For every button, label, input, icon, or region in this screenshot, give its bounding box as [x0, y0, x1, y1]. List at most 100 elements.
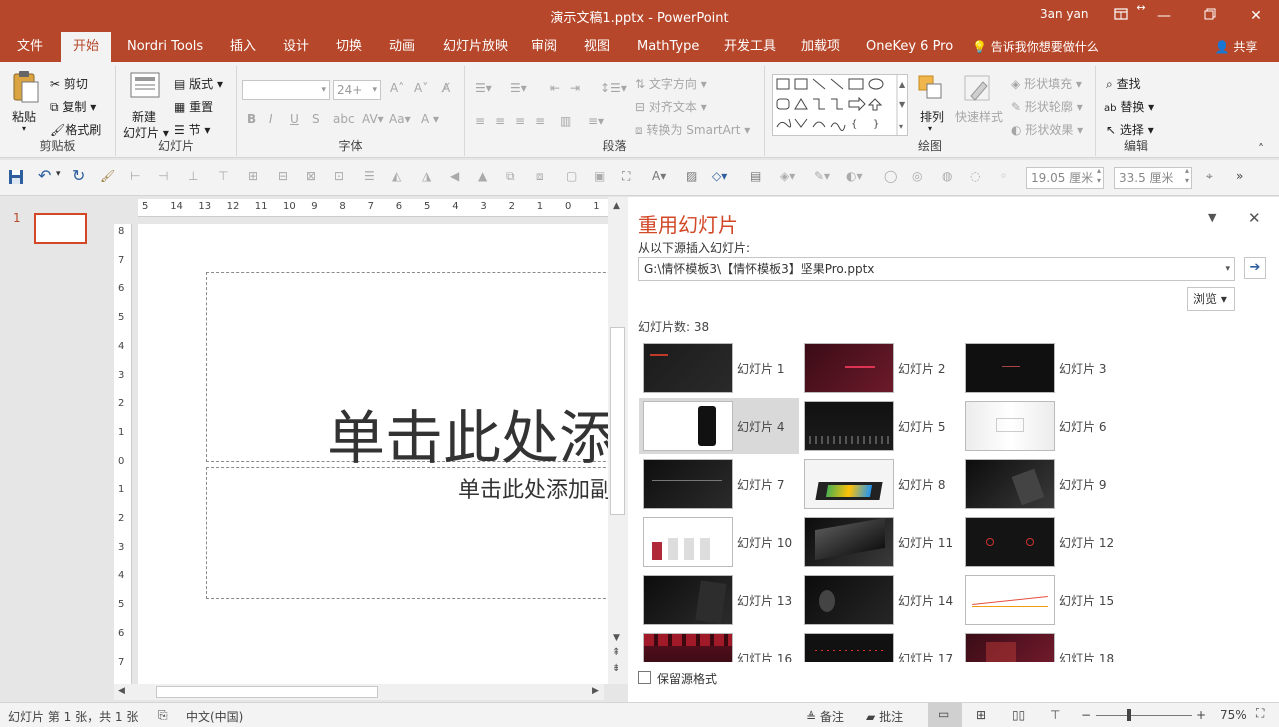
collapse-ribbon-icon[interactable]: ˄ — [1258, 142, 1264, 156]
reuse-slide-item[interactable]: 幻灯片 8 — [800, 456, 960, 512]
shapes-gallery[interactable]: {} ▲ ▼ ▾ — [772, 74, 908, 136]
h-scroll-thumb[interactable] — [156, 686, 378, 698]
zoom-level[interactable]: 75% — [1220, 708, 1247, 722]
group-tool-icon[interactable]: ⧉ — [506, 169, 522, 185]
normal-view-button[interactable]: ▭ — [928, 703, 962, 727]
quick-styles-button[interactable]: 快速样式 — [955, 108, 1003, 125]
reuse-slide-item[interactable]: 幻灯片 17 — [800, 630, 960, 662]
char-spacing-icon[interactable]: AV▾ — [362, 112, 384, 126]
reuse-slide-item[interactable]: 幻灯片 1 — [639, 340, 799, 396]
ungroup-tool-icon[interactable]: ⧈ — [536, 169, 552, 185]
reuse-slide-item[interactable]: 幻灯片 12 — [961, 514, 1121, 570]
reuse-slide-item[interactable]: 幻灯片 16 — [639, 630, 799, 662]
merge-shape-icon-2[interactable]: ◎ — [912, 169, 928, 185]
text-direction-button[interactable]: ⇅ 文字方向 ▾ — [635, 75, 707, 92]
reuse-slide-item[interactable]: 幻灯片 15 — [961, 572, 1121, 628]
align-tool-icon-3[interactable]: ⊥ — [188, 169, 204, 185]
reuse-slide-item[interactable]: 幻灯片 14 — [800, 572, 960, 628]
reuse-slide-item[interactable]: 幻灯片 5 — [800, 398, 960, 454]
shape-tool-icon[interactable]: ▲ — [478, 169, 494, 185]
align-tool-icon-1[interactable]: ⊢ — [130, 169, 146, 185]
font-name-combo[interactable]: ▾ — [242, 80, 330, 100]
minimize-button[interactable]: — — [1141, 0, 1187, 32]
slide-canvas[interactable]: 单击此处添 单击此处添加副 — [138, 224, 608, 684]
format-painter-button[interactable]: 🖌格式刷 — [50, 121, 101, 138]
align-right-icon[interactable]: ≡ — [515, 114, 525, 128]
source-path-input[interactable]: G:\情怀模板3\【情怀模板3】坚果Pro.pptx ▾ — [638, 257, 1235, 281]
undo-icon[interactable]: ↶ — [38, 168, 54, 185]
tab-developer[interactable]: 开发工具 — [712, 32, 788, 62]
layout-button[interactable]: ▤ 版式 ▾ — [174, 75, 223, 92]
comments-button[interactable]: ▰ 批注 — [866, 708, 903, 725]
save-icon[interactable] — [8, 169, 24, 185]
slideshow-icon[interactable]: ⊤ — [1050, 708, 1060, 722]
line-spacing-icon[interactable]: ↕☰▾ — [600, 81, 627, 95]
align-tool-icon-4[interactable]: ⊤ — [218, 169, 234, 185]
align-tool-icon-5[interactable]: ⊞ — [248, 169, 264, 185]
arrange-dropdown-icon[interactable]: ▾ — [928, 124, 932, 133]
tell-me-box[interactable]: 💡 告诉我你想要做什么 — [972, 32, 1099, 62]
outline-tool-icon[interactable]: ✎▾ — [814, 169, 830, 185]
scroll-thumb[interactable] — [610, 327, 625, 515]
change-case-icon[interactable]: Aa▾ — [389, 112, 411, 126]
align-tool-icon-6[interactable]: ⊟ — [278, 169, 294, 185]
more-tools-icon[interactable]: » — [1236, 169, 1252, 185]
tab-mathtype[interactable]: MathType — [625, 32, 711, 62]
align-left-icon[interactable]: ≡ — [475, 114, 485, 128]
undo-dropdown-icon[interactable]: ▾ — [56, 169, 72, 185]
shrink-font-icon[interactable]: A˅ — [414, 81, 428, 95]
horizontal-scrollbar[interactable]: ◀ ▶ — [114, 684, 604, 700]
layer-tool-icon-2[interactable]: ▣ — [594, 169, 610, 185]
decrease-indent-icon[interactable]: ⇤ — [550, 81, 560, 95]
rotate-tool-icon[interactable]: ◮ — [422, 169, 438, 185]
title-placeholder[interactable]: 单击此处添 — [206, 272, 608, 472]
arrange-icon[interactable] — [917, 74, 945, 105]
tab-file[interactable]: 文件 — [5, 32, 55, 62]
reuse-slide-item[interactable]: 幻灯片 10 — [639, 514, 799, 570]
italic-icon[interactable]: I — [269, 112, 273, 126]
pane-close-icon[interactable]: ✕ — [1248, 209, 1261, 227]
reuse-slide-item[interactable]: 幻灯片 2 — [800, 340, 960, 396]
fit-slide-icon[interactable]: ⛶ — [1256, 706, 1264, 721]
align-tool-icon-7[interactable]: ⊠ — [306, 169, 322, 185]
shape-fill-button[interactable]: ◈ 形状填充 ▾ — [1011, 75, 1082, 92]
spell-check-icon[interactable]: ⎘ — [158, 708, 168, 723]
scroll-left-icon[interactable]: ◀ — [118, 686, 125, 696]
font-color-icon[interactable]: A ▾ — [421, 112, 439, 126]
paste-button[interactable]: 粘贴 — [12, 108, 36, 125]
size-lock-icon[interactable]: ⌖ — [1206, 169, 1222, 185]
copy-button[interactable]: ⧉ 复制 ▾ — [50, 98, 96, 115]
scroll-down-icon[interactable]: ▼ — [613, 633, 620, 643]
justify-icon[interactable]: ≡ — [535, 114, 545, 128]
new-slide-icon[interactable] — [130, 72, 160, 103]
align-tool-icon-2[interactable]: ⊣ — [158, 169, 174, 185]
shadow-icon[interactable]: S — [312, 112, 320, 126]
strikethrough-icon[interactable]: abc — [333, 112, 355, 126]
layer-tool-icon[interactable]: ▢ — [566, 169, 582, 185]
font-size-combo[interactable]: 24+ ▾ — [333, 80, 381, 100]
scroll-up-icon[interactable]: ▲ — [613, 201, 620, 211]
slide-thumbnail-1[interactable] — [34, 213, 87, 244]
tab-addins[interactable]: 加载项 — [789, 32, 852, 62]
close-button[interactable]: ✕ — [1233, 0, 1279, 32]
increase-indent-icon[interactable]: ⇥ — [570, 81, 580, 95]
section-button[interactable]: ☰ 节 ▾ — [174, 121, 210, 138]
crop-tool-icon[interactable]: ⛶ — [622, 169, 638, 185]
shape-height-input[interactable]: 33.5 厘米 ▴ ▾ — [1114, 166, 1192, 189]
scroll-right-icon[interactable]: ▶ — [592, 686, 599, 696]
reuse-slide-item[interactable]: 幻灯片 6 — [961, 398, 1121, 454]
paste-icon[interactable] — [12, 70, 40, 107]
subtitle-placeholder[interactable]: 单击此处添加副 — [206, 467, 608, 599]
reuse-slide-item[interactable]: 幻灯片 3 — [961, 340, 1121, 396]
reuse-slide-item[interactable]: 幻灯片 4 — [639, 398, 799, 454]
effects-tool-icon[interactable]: ◐▾ — [846, 169, 863, 185]
new-slide-label-1[interactable]: 新建 — [132, 108, 156, 125]
zoom-out-icon[interactable]: − — [1081, 708, 1091, 722]
language-indicator[interactable]: 中文(中国) — [186, 708, 243, 725]
underline-icon[interactable]: U — [290, 112, 299, 126]
merge-shape-icon-5[interactable]: ◦ — [1000, 169, 1016, 185]
shape-width-input[interactable]: 19.05 厘米 ▴ ▾ — [1026, 166, 1104, 189]
format-painter-icon[interactable]: 🖌 — [100, 169, 116, 185]
tab-home[interactable]: 开始 — [61, 32, 112, 62]
tab-animations[interactable]: 动画 — [377, 32, 427, 62]
